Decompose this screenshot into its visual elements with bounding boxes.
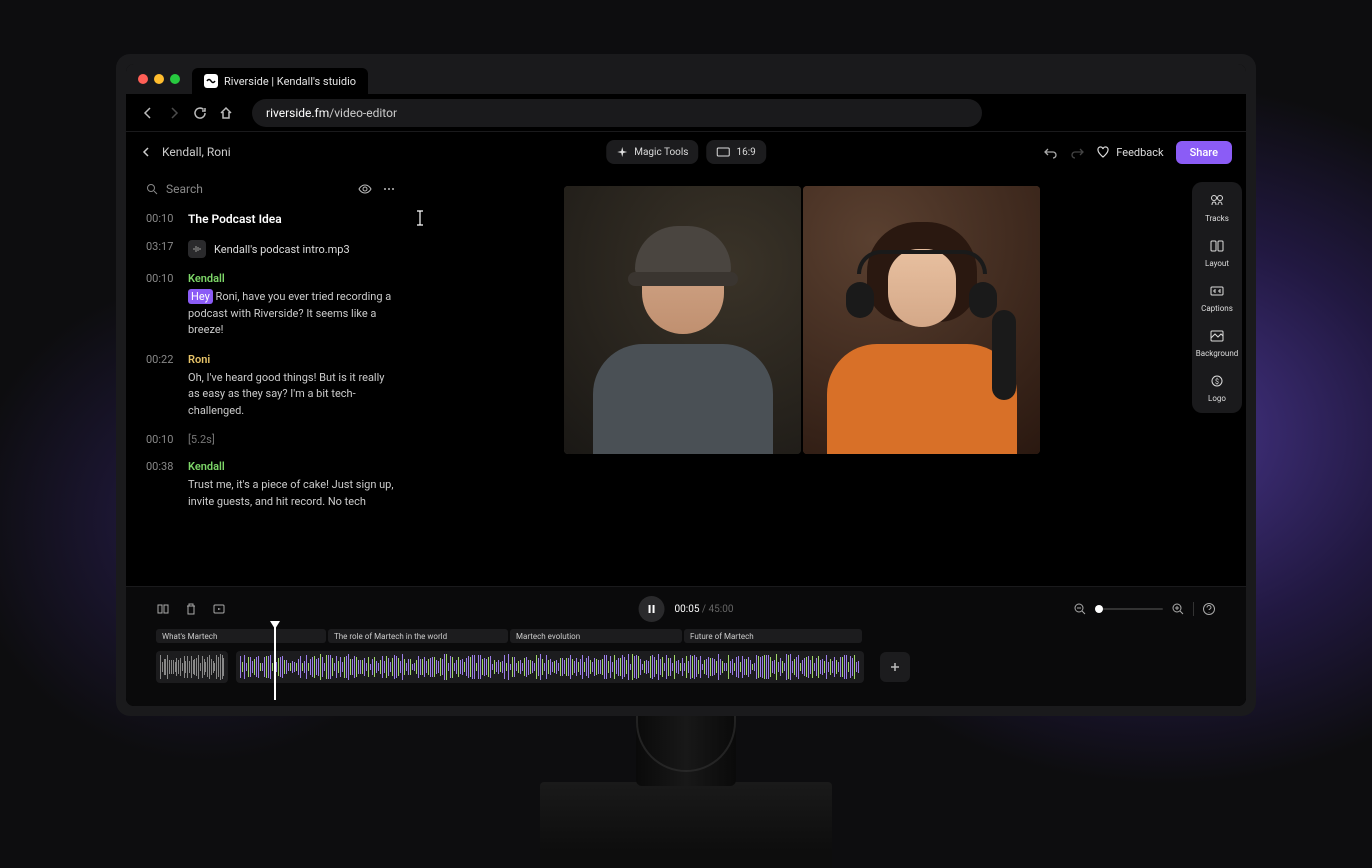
transcript-row[interactable]: 00:10 Kendall Hey Roni, have you ever tr… [146,272,396,339]
url-path: /video-editor [329,106,397,120]
feedback-button[interactable]: Feedback [1096,145,1163,159]
audio-clip-intro[interactable] [156,651,228,683]
aspect-icon [716,147,730,157]
svg-text:$: $ [1215,378,1219,386]
transcript-panel: Search 00:10 The Podcast Idea 03:17 Kend… [126,172,416,586]
zoom-slider[interactable] [1095,608,1163,610]
nav-home-icon[interactable] [218,105,234,121]
redo-icon[interactable] [1070,145,1084,159]
text-cursor-icon [414,210,416,226]
eye-icon[interactable] [358,182,372,196]
heart-icon [1096,145,1110,159]
sidebar-item-layout[interactable]: Layout [1192,237,1242,268]
chapter-marker[interactable]: Future of Martech [684,629,862,643]
gap-indicator: [5.2s] [188,433,396,446]
zoom-in-icon[interactable] [1171,602,1185,616]
zoom-out-icon[interactable] [1073,602,1087,616]
nav-back-icon[interactable] [140,105,156,121]
pause-button[interactable] [639,596,665,622]
video-tile-kendall[interactable] [564,186,801,454]
chapter-marker[interactable]: Martech evolution [510,629,682,643]
audio-file-icon [188,240,206,258]
speaker-name: Kendall [188,460,396,473]
add-track-button[interactable] [880,652,910,682]
playhead[interactable] [274,625,276,700]
browser-tab-bar: Riverside | Kendall's stuidio [126,64,1246,94]
browser-toolbar: riverside.fm/video-editor [126,94,1246,132]
logo-icon: $ [1208,372,1226,390]
search-input[interactable]: Search [146,182,203,196]
speaker-name: Roni [188,353,396,366]
browser-tab[interactable]: Riverside | Kendall's stuidio [192,68,368,94]
more-icon[interactable] [382,182,396,196]
transcript-row[interactable]: 00:22 Roni Oh, I've heard good things! B… [146,353,396,420]
sidebar-item-captions[interactable]: Captions [1192,282,1242,313]
right-sidebar: Tracks Layout Captions Background $ Logo [1188,172,1246,586]
url-domain: riverside.fm [266,106,329,120]
video-preview [416,172,1188,586]
layout-icon [1208,237,1226,255]
transcript-row[interactable]: 00:38 Kendall Trust me, it's a piece of … [146,460,396,510]
chapter-marker[interactable]: What's Martech [156,629,326,643]
timeline[interactable]: What's Martech The role of Martech in th… [156,629,1216,702]
breadcrumb: Kendall, Roni [162,145,231,159]
time-display: 00:05 / 45:00 [675,604,734,615]
monitor-stand-base [540,782,832,868]
trash-icon[interactable] [184,602,198,616]
window-maximize[interactable] [170,74,180,84]
sparkle-icon [616,146,628,158]
clip-icon[interactable] [212,602,226,616]
window-minimize[interactable] [154,74,164,84]
captions-icon [1208,282,1226,300]
speaker-name: Kendall [188,272,396,285]
audio-clip-main[interactable] [236,651,864,683]
transcript-text: Oh, I've heard good things! But is it re… [188,370,396,420]
transcript-row[interactable]: 00:10 The Podcast Idea [146,212,396,226]
sidebar-item-background[interactable]: Background [1192,327,1242,358]
undo-icon[interactable] [1044,145,1058,159]
url-bar[interactable]: riverside.fm/video-editor [252,99,982,127]
magic-tools-button[interactable]: Magic Tools [606,140,698,164]
playback-bar: 00:05 / 45:00 What's Martech The role of… [126,586,1246,706]
background-icon [1208,327,1226,345]
help-icon[interactable] [1202,602,1216,616]
sidebar-item-logo[interactable]: $ Logo [1192,372,1242,403]
nav-forward-icon[interactable] [166,105,182,121]
tracks-icon [1208,192,1226,210]
transcript-text: Trust me, it's a piece of cake! Just sig… [188,477,396,510]
tab-title: Riverside | Kendall's stuidio [224,75,356,88]
back-icon[interactable] [140,146,152,158]
transcript-row[interactable]: 00:10 [5.2s] [146,433,396,446]
chapter-marker[interactable]: The role of Martech in the world [328,629,508,643]
share-button[interactable]: Share [1176,141,1232,164]
sidebar-item-tracks[interactable]: Tracks [1192,192,1242,223]
monitor-frame: Riverside | Kendall's stuidio riverside.… [116,54,1256,716]
window-close[interactable] [138,74,148,84]
nav-reload-icon[interactable] [192,105,208,121]
transcript-row[interactable]: 03:17 Kendall's podcast intro.mp3 [146,240,396,258]
app-header: Kendall, Roni Magic Tools 16:9 Feedback … [126,132,1246,172]
riverside-favicon [204,74,218,88]
aspect-ratio-button[interactable]: 16:9 [706,140,765,164]
transcript-text: Hey Roni, have you ever tried recording … [188,289,396,339]
video-tile-roni[interactable] [803,186,1040,454]
search-icon [146,183,158,195]
split-icon[interactable] [156,602,170,616]
